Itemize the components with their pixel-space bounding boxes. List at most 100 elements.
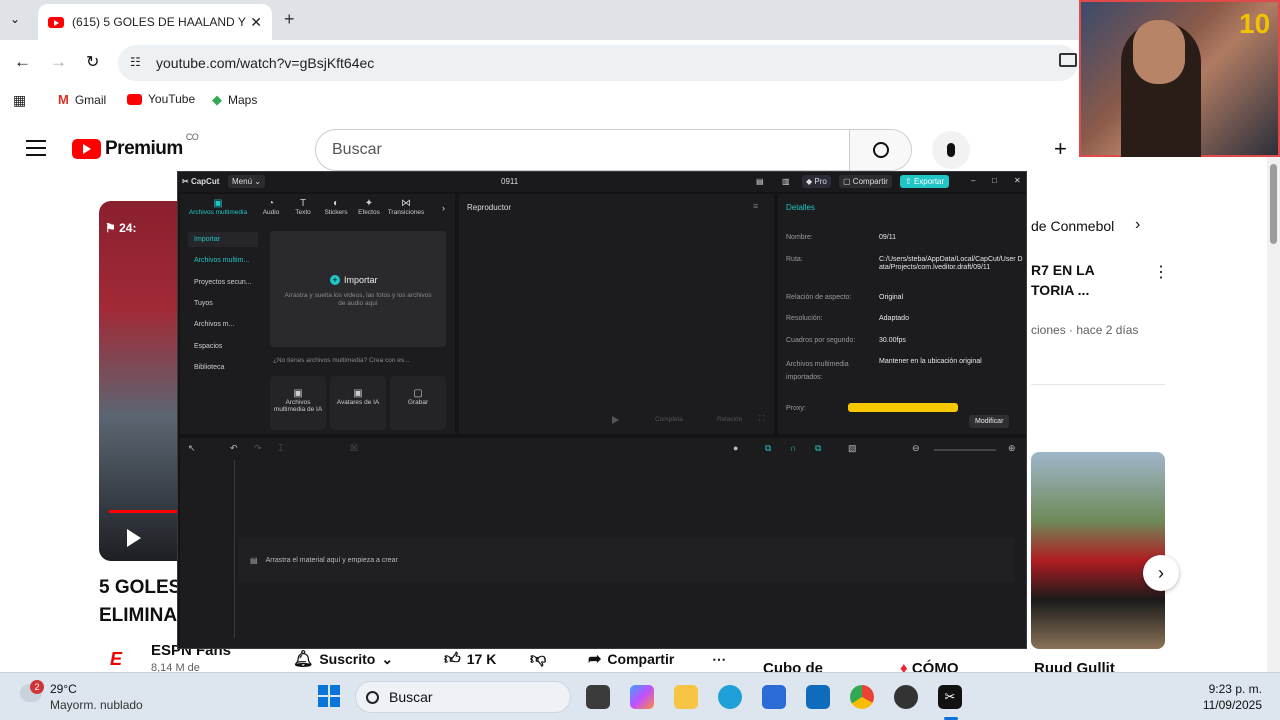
tool-texto[interactable]: T Texto <box>288 198 318 216</box>
detail-value-name: 09/11 <box>879 234 896 241</box>
playhead[interactable] <box>234 460 235 638</box>
weather-widget[interactable]: 2 29°C Mayorm. nublado <box>20 680 160 714</box>
maps-icon: ◆ <box>212 92 222 107</box>
clock-time[interactable]: 9:23 p. m. <box>1200 682 1262 696</box>
modify-button[interactable]: Modificar <box>969 415 1010 428</box>
select-tool-icon[interactable]: ↖ <box>188 443 196 454</box>
create-card-record[interactable]: ▢ Grabar <box>390 376 446 430</box>
country-code: CO <box>185 132 199 142</box>
related-chip[interactable]: de Conmebol <box>1031 218 1114 234</box>
bookmark-youtube[interactable]: YouTube <box>127 92 195 106</box>
back-icon[interactable]: ← <box>14 52 31 72</box>
tool-archivos-multimedia[interactable]: ▣ Archivos multimedia <box>182 198 254 216</box>
minimize-icon[interactable]: – <box>971 176 975 185</box>
pro-button[interactable]: ◆ Pro <box>802 175 831 188</box>
preview-icon[interactable]: ⧉ <box>815 443 821 454</box>
tab-list-chevron-icon[interactable]: ⌄ <box>10 12 20 26</box>
url-omnibox[interactable]: ☷ youtube.com/watch?v=gBsjKft64ec <box>118 45 1078 81</box>
sidebar-item-archivos-m[interactable]: Archivos m... <box>188 317 258 332</box>
play-icon[interactable] <box>127 529 141 547</box>
outlook-icon[interactable] <box>806 685 830 709</box>
player-menu-icon[interactable]: ≡ <box>753 201 758 211</box>
start-button[interactable] <box>318 685 340 707</box>
file-explorer-dark-icon[interactable] <box>586 685 610 709</box>
site-info-icon[interactable]: ☷ <box>130 55 141 69</box>
tool-transiciones[interactable]: ⋈ Transiciones <box>386 198 426 216</box>
export-button[interactable]: ⇧ Exportar <box>900 175 950 188</box>
split-icon[interactable]: ⌶ <box>278 443 283 454</box>
related-item-title-line2[interactable]: TORIA ... <box>1031 282 1089 298</box>
redo-icon[interactable]: ↷ <box>254 443 262 454</box>
carousel-next-button[interactable]: › <box>1143 555 1179 591</box>
sidebar-item-importar[interactable]: Importar <box>188 232 258 247</box>
forward-icon[interactable]: → <box>50 52 67 72</box>
apps-grid-icon[interactable]: ▦ <box>13 92 26 109</box>
chevron-right-icon[interactable]: › <box>1135 216 1140 234</box>
youtube-premium-logo[interactable]: Premium CO <box>72 132 199 160</box>
tool-stickers[interactable]: ◐ Stickers <box>321 198 351 216</box>
zoom-in-icon[interactable]: ⊕ <box>1008 443 1016 454</box>
browser-tab-active[interactable]: (615) 5 GOLES DE HAALAND Y ✕ <box>38 4 272 40</box>
edge-icon[interactable] <box>718 685 742 709</box>
reload-icon[interactable]: ↻ <box>86 52 99 72</box>
import-dropzone[interactable]: + Importar Arrastra y suelta los videos,… <box>270 231 446 347</box>
import-button[interactable]: + Importar <box>330 275 378 285</box>
channel-logo-icon[interactable]: E <box>110 649 130 669</box>
taskbar-search[interactable]: Buscar <box>355 681 571 713</box>
close-icon[interactable]: ✕ <box>1014 176 1021 185</box>
sidebar-item-tuyos[interactable]: Tuyos <box>188 296 258 311</box>
search-button[interactable] <box>849 130 911 170</box>
progress-bar[interactable] <box>109 510 179 513</box>
clock-date[interactable]: 11/09/2025 <box>1194 698 1262 712</box>
folder-icon[interactable] <box>674 685 698 709</box>
video-player[interactable]: ⚑ 24: <box>99 201 179 561</box>
tool-audio[interactable]: ◔ Audio <box>256 198 286 216</box>
sidebar-item-biblioteca[interactable]: Biblioteca <box>188 360 258 375</box>
related-thumbnail[interactable] <box>1031 452 1165 649</box>
link-icon[interactable]: ⧉ <box>765 443 771 454</box>
fullscreen-icon[interactable]: ⛶ <box>759 414 765 424</box>
create-card-ai-media[interactable]: ▣ Archivos multimedia de IA <box>270 376 326 430</box>
microphone-icon[interactable]: ● <box>733 443 738 453</box>
fit-icon[interactable]: ▧ <box>848 443 857 454</box>
copilot-icon[interactable] <box>630 685 654 709</box>
ratio-label[interactable]: Relación <box>717 416 742 423</box>
bookmark-maps[interactable]: ◆ Maps <box>212 92 257 108</box>
new-tab-icon[interactable]: + <box>284 9 295 30</box>
share-button[interactable]: ▢ Compartir <box>839 175 892 188</box>
create-card-ai-avatar[interactable]: ▣ Avatares de IA <box>330 376 386 430</box>
aspect-ratio-label[interactable]: Completa <box>655 416 683 423</box>
scrollbar[interactable] <box>1267 114 1280 674</box>
player-panel: Reproductor ≡ Completa Relación ⛶ <box>459 194 774 434</box>
voice-search-button[interactable] <box>932 131 970 169</box>
create-icon[interactable]: + <box>1054 136 1067 162</box>
magnet-icon[interactable]: ∩ <box>790 443 796 453</box>
sidebar-item-archivos-multimedia[interactable]: Archivos multim... <box>188 253 258 268</box>
menu-button[interactable]: Menú ⌄ <box>228 175 265 188</box>
bookmark-gmail[interactable]: M Gmail <box>58 92 106 107</box>
sidebar-item-proyectos-secundarios[interactable]: Proyectos secun... <box>188 275 258 290</box>
layout-icon[interactable]: ▤ <box>756 177 764 186</box>
install-app-icon[interactable] <box>1059 53 1077 67</box>
capcut-taskbar-icon[interactable]: ✂ <box>938 685 962 709</box>
search-input[interactable]: Buscar <box>315 129 912 171</box>
more-vert-icon[interactable]: ⋮ <box>1153 262 1169 282</box>
tools-next-icon[interactable]: › <box>442 203 445 213</box>
zoom-slider[interactable] <box>934 449 996 451</box>
store-icon[interactable] <box>762 685 786 709</box>
panel-icon[interactable]: ▥ <box>782 177 790 186</box>
play-icon[interactable] <box>612 416 619 424</box>
zoom-out-icon[interactable]: ⊖ <box>912 443 920 454</box>
close-tab-icon[interactable]: ✕ <box>250 14 262 31</box>
camera-icon: ▢ <box>413 388 423 399</box>
delete-icon[interactable]: ☒ <box>350 443 358 454</box>
maximize-icon[interactable]: □ <box>992 176 997 185</box>
hamburger-menu-icon[interactable] <box>26 140 46 156</box>
app-icon[interactable] <box>894 685 918 709</box>
sidebar-item-espacios[interactable]: Espacios <box>188 339 258 354</box>
undo-icon[interactable]: ↶ <box>230 443 238 454</box>
main-track-dropzone[interactable]: ▤ Arrastra el material aquí y empieza a … <box>238 538 1014 582</box>
chrome-icon[interactable] <box>850 685 874 709</box>
related-item-title-line1[interactable]: R7 EN LA <box>1031 262 1095 278</box>
tool-efectos[interactable]: ✦ Efectos <box>354 198 384 216</box>
